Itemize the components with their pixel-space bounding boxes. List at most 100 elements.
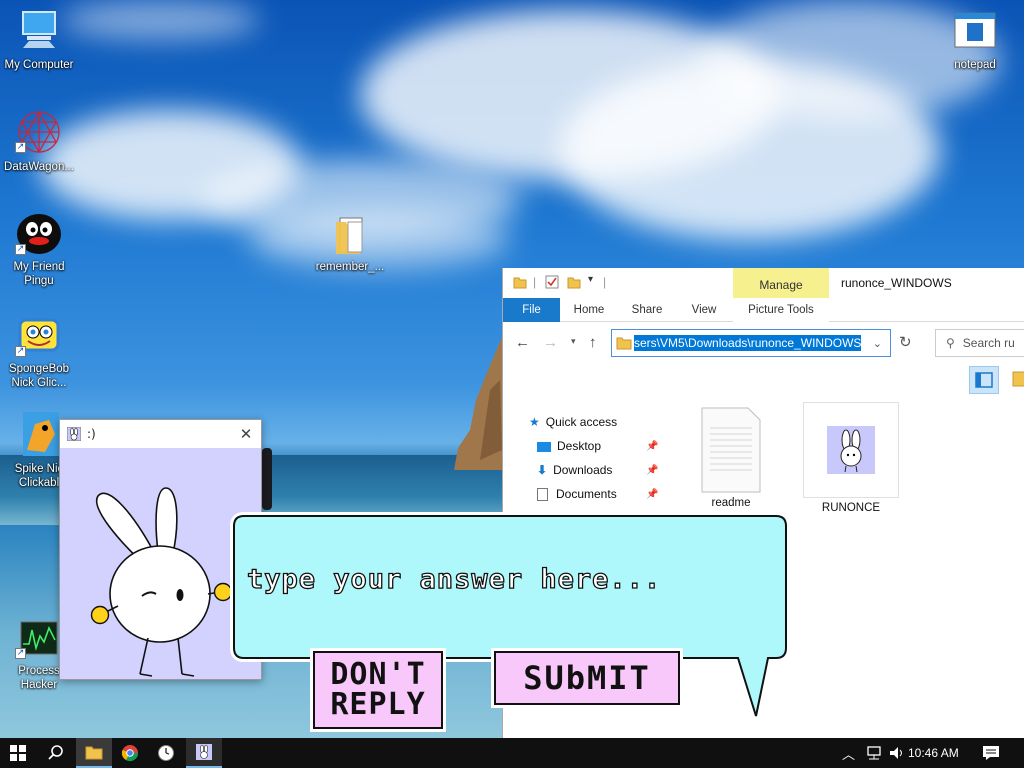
taskbar-runonce[interactable] [186,738,222,768]
search-field[interactable]: ⚲ Search ru [935,329,1024,357]
windows-logo-icon [10,745,26,761]
network-icon[interactable] [864,745,882,761]
submit-button[interactable]: SUbMIT [494,651,680,705]
computer-icon [22,11,56,48]
ribbon-tab-bar: File Home Share View Picture Tools [503,298,1024,322]
file-item-readme[interactable]: readme [683,406,779,509]
show-hidden-icons-chevron-icon[interactable]: ︿ [842,744,855,763]
customize-qat-chevron-icon[interactable]: ▾ [588,274,593,285]
pin-icon[interactable]: 📌 [646,465,658,476]
preview-pane-icon [1012,371,1024,387]
action-center-icon[interactable] [982,745,1000,761]
desktop-icon-remember[interactable]: remember_... [311,212,389,274]
tab-view-label: View [691,304,717,316]
desktop-icon-my-computer[interactable]: My Computer [0,8,78,72]
tab-home-label: Home [573,304,605,316]
star-icon: ★ [529,415,540,429]
person-silhouette [262,448,272,510]
taskbar-file-explorer[interactable] [76,738,112,768]
desktop-icon-datawagon[interactable]: ↗ DataWagon... [0,108,78,174]
nav-item-label: Documents [556,487,617,501]
nav-item-label: Downloads [553,463,613,477]
text-file-icon [701,407,761,493]
search-icon: ⚲ [946,336,955,350]
taskbar-clock-app[interactable] [148,738,184,768]
clock-icon [158,745,174,761]
tab-file[interactable]: File [503,298,560,322]
desktop-icon-spongebob[interactable]: ↗ SpongeBob Nick Glic... [0,312,78,390]
nav-item-label: Desktop [557,439,602,453]
start-button[interactable] [0,738,36,768]
nav-item-downloads[interactable]: ⬇ Downloads [537,459,612,481]
search-placeholder: Search ru [962,336,1015,350]
tab-picture-tools[interactable]: Picture Tools [733,298,829,322]
tab-view[interactable]: View [679,298,729,322]
folder-icon [85,746,103,760]
separator: | [603,275,607,289]
properties-icon[interactable] [545,275,559,289]
desktop-icon-label: SpongeBob Nick Glic... [8,363,70,389]
bunny-app-icon [827,426,875,474]
back-arrow-icon[interactable]: ← [515,334,530,351]
forward-arrow-icon[interactable]: → [543,334,558,351]
preview-pane-button[interactable] [1009,366,1024,394]
recent-locations-chevron-icon[interactable]: ▾ [571,336,576,347]
address-path: sers\VM5\Downloads\runonce_WINDOWS [634,335,862,351]
nav-item-label: Quick access [545,415,618,429]
cliff-rock [454,330,510,470]
tab-share-label: Share [631,304,663,316]
up-arrow-icon[interactable]: ↑ [589,334,597,351]
shortcut-arrow-icon: ↗ [15,244,26,255]
pin-icon[interactable]: 📌 [646,489,658,500]
desktop-icon-label: My Computer [4,59,74,71]
nav-item-desktop[interactable]: Desktop [537,435,601,457]
search-icon [48,745,63,760]
nav-item-documents[interactable]: Documents [537,483,617,505]
answer-input[interactable] [247,524,767,634]
download-arrow-icon: ⬇ [537,463,548,477]
file-name: RUNONCE [821,502,881,514]
tab-picture-tools-label: Picture Tools [748,304,814,316]
desktop-icon-label: remember_... [315,261,385,273]
desktop-icon-label: notepad [954,59,996,71]
address-dropdown-chevron-icon[interactable]: ⌄ [865,337,890,350]
new-folder-icon[interactable] [567,275,581,289]
folder-icon [616,337,632,350]
notepad-icon [954,12,996,48]
bunny-app-icon [196,744,212,760]
details-view-button[interactable] [969,366,999,394]
shortcut-arrow-icon: ↗ [15,648,26,659]
chrome-icon [121,745,139,762]
nav-item-quick-access[interactable]: ★ Quick access [529,411,617,433]
file-item-runonce[interactable]: RUNONCE [803,402,899,514]
desktop-icon-notepad[interactable]: notepad [936,10,1014,72]
tab-home[interactable]: Home [565,298,613,322]
manage-contextual-tab[interactable]: Manage [733,268,829,298]
dont-reply-line-1: DON'T [330,657,426,692]
search-taskbar-button[interactable] [38,738,74,768]
address-field[interactable]: sers\VM5\Downloads\runonce_WINDOWS ⌄ [611,329,891,357]
volume-icon[interactable] [888,745,906,761]
folder-icon [513,277,527,289]
window-title: runonce_WINDOWS [841,276,952,290]
file-thumbnail [803,402,899,498]
pin-icon[interactable]: 📌 [646,441,658,452]
dont-reply-line-2: REPLY [330,687,426,722]
quick-access-toolbar: | ▾ | Manage runonce_WINDOWS [503,268,1024,298]
dont-reply-button[interactable]: DON'T REPLY [313,651,443,729]
close-button[interactable]: ✕ [231,425,261,443]
manage-tab-label: Manage [759,278,803,292]
taskbar-clock[interactable]: 10:46 AM [908,738,959,768]
file-name: readme [711,497,751,509]
taskbar: ︿ 10:46 AM [0,738,1024,768]
details-view-icon [975,372,993,388]
address-bar: ← → ▾ ↑ sers\VM5\Downloads\runonce_WINDO… [503,328,1024,360]
taskbar-chrome[interactable] [112,738,148,768]
desktop-icon-pingu[interactable]: ↗ My Friend Pingu [0,210,78,288]
separator: | [533,275,537,289]
refresh-icon[interactable]: ↻ [899,333,912,351]
tab-share[interactable]: Share [621,298,673,322]
submit-button-label: SUbMIT [523,659,651,697]
desktop-icon-label: DataWagon... [4,161,74,173]
popup-title: :) [87,427,96,441]
